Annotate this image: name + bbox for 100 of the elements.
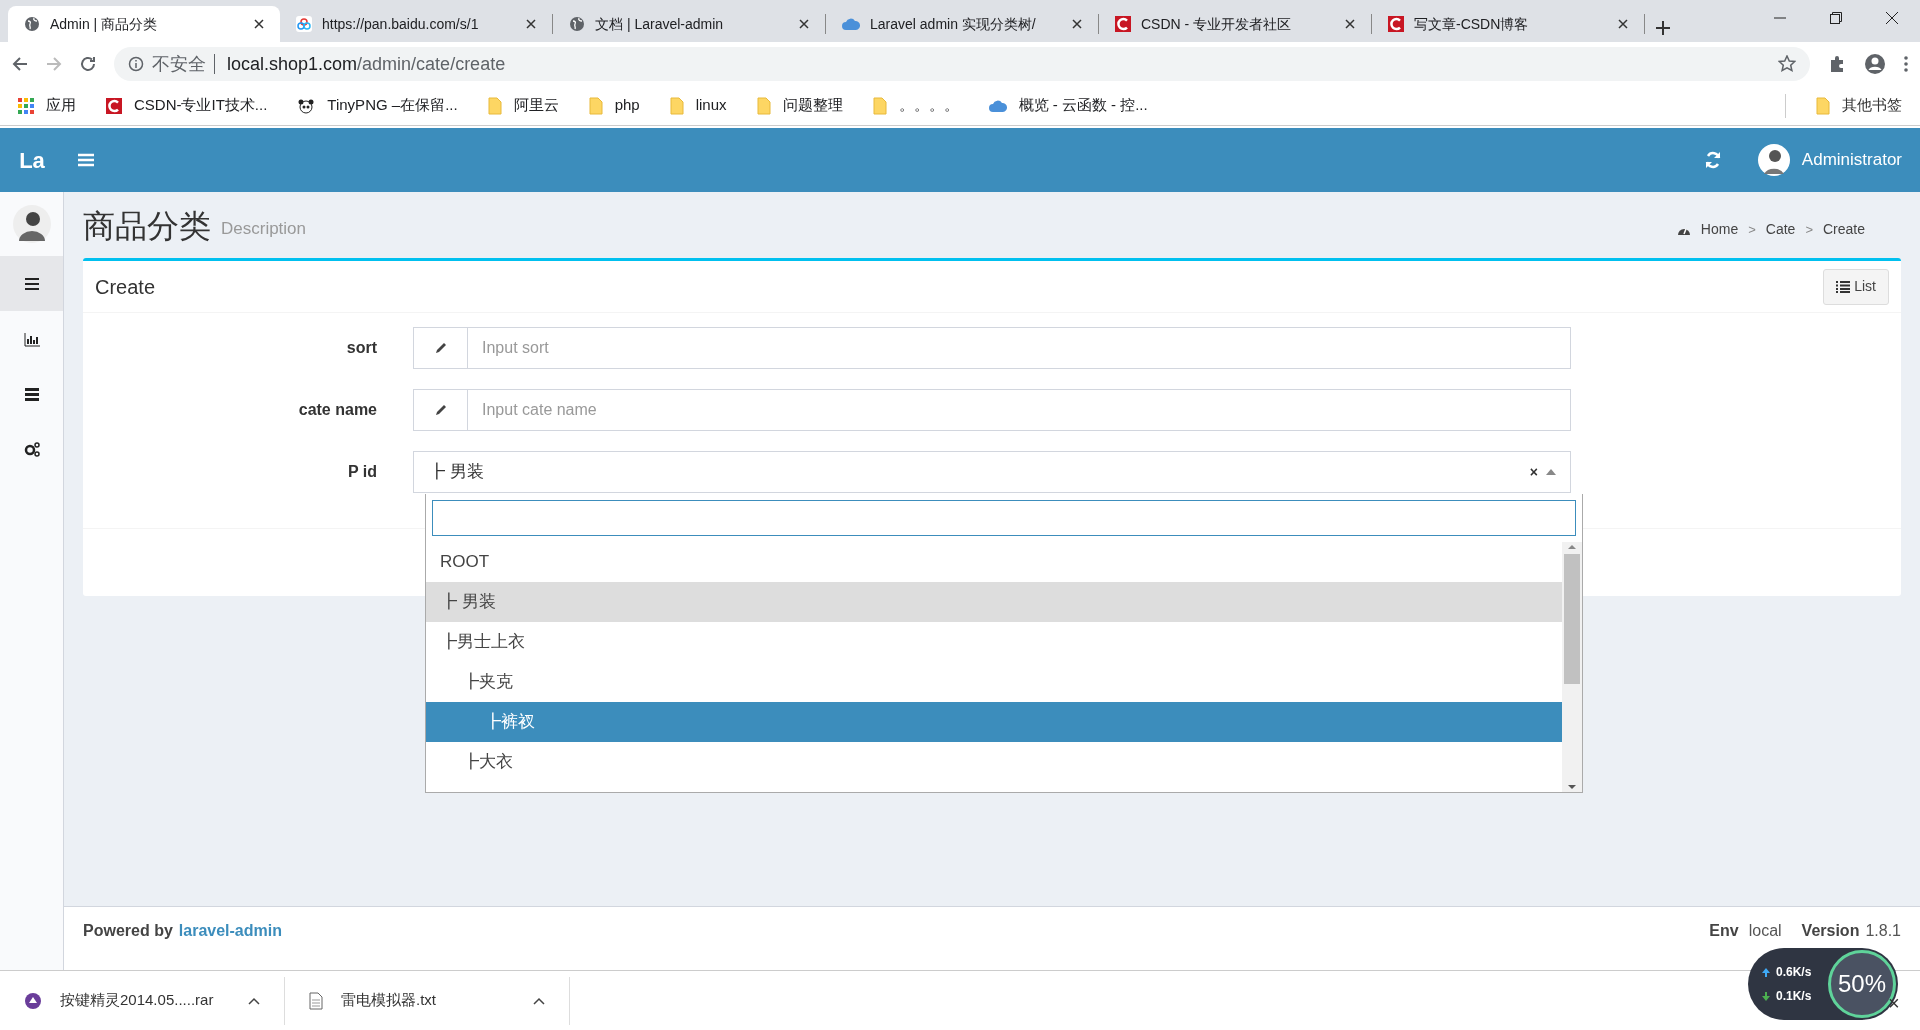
list-button[interactable]: List bbox=[1823, 268, 1889, 305]
csdn-icon bbox=[1388, 16, 1404, 32]
select-field[interactable]: ┣ 男装 × bbox=[413, 451, 1571, 493]
page-title: 商品分类 bbox=[83, 207, 211, 246]
bookmark-item[interactable]: linux bbox=[669, 94, 727, 117]
folder-icon bbox=[588, 96, 603, 115]
avatar-icon bbox=[12, 205, 51, 243]
folder-icon bbox=[756, 96, 771, 115]
globe-icon bbox=[24, 16, 40, 32]
dropdown-option[interactable]: ┣裤衩 bbox=[426, 702, 1562, 742]
close-icon bbox=[799, 19, 809, 29]
app-logo[interactable]: La bbox=[0, 143, 64, 177]
dropdown-option[interactable]: ┣ 男装 bbox=[426, 582, 1562, 622]
card-title: Create bbox=[95, 274, 156, 300]
scrollbar[interactable] bbox=[1562, 542, 1582, 792]
sidebar-item[interactable] bbox=[0, 256, 63, 311]
tab-title: Admin | 商品分类 bbox=[50, 14, 159, 34]
archive-icon bbox=[24, 991, 42, 1010]
server-icon bbox=[23, 385, 40, 402]
folder-icon bbox=[872, 96, 887, 115]
browser-tab[interactable]: 文档 | Laravel-admin bbox=[553, 6, 825, 42]
scroll-down-icon[interactable] bbox=[1567, 782, 1577, 792]
breadcrumb-item[interactable]: Home bbox=[1700, 219, 1739, 240]
close-icon[interactable] bbox=[1886, 12, 1898, 24]
search-field[interactable] bbox=[432, 500, 1576, 536]
caret-up-icon bbox=[248, 996, 260, 1005]
dropdown-option[interactable]: ROOT bbox=[426, 542, 1562, 582]
new-tab-button[interactable] bbox=[1655, 20, 1671, 36]
footer-link[interactable]: laravel-admin bbox=[178, 919, 282, 943]
reload-button[interactable] bbox=[80, 56, 96, 72]
version-value: 1.8.1 bbox=[1865, 921, 1901, 941]
bookmark-item[interactable]: php bbox=[588, 94, 640, 117]
breadcrumb-item[interactable]: Cate bbox=[1765, 219, 1796, 240]
security-label: 不安全 bbox=[152, 52, 206, 76]
pencil-icon bbox=[433, 341, 448, 355]
menu-icon[interactable] bbox=[1904, 55, 1908, 73]
bookmark-star-icon[interactable] bbox=[1778, 55, 1796, 73]
tab-title: CSDN - 专业开发者社区 bbox=[1141, 14, 1293, 34]
document-icon bbox=[309, 991, 323, 1010]
settings-icon bbox=[23, 440, 40, 457]
folder-icon bbox=[669, 96, 684, 115]
bookmark-item[interactable]: 应用 bbox=[18, 94, 76, 117]
bookmark-item[interactable]: TinyPNG –在保留... bbox=[297, 94, 458, 117]
upload-speed: 0.6K/s bbox=[1776, 964, 1812, 981]
apps-grid-icon bbox=[18, 97, 34, 114]
version-label: Version bbox=[1801, 921, 1860, 941]
url-text: local.shop1.com/admin/cate/create bbox=[227, 52, 506, 76]
extensions-icon[interactable] bbox=[1828, 55, 1846, 73]
browser-tab[interactable]: Laravel admin 实现分类树/ bbox=[826, 6, 1098, 42]
dropdown-option[interactable]: ┣夹克 bbox=[426, 662, 1562, 702]
dropdown-option[interactable]: ┣男士上衣 bbox=[426, 622, 1562, 662]
profile-icon[interactable] bbox=[1864, 53, 1886, 75]
close-icon bbox=[1618, 19, 1628, 29]
caret-up-icon bbox=[1546, 469, 1556, 475]
scroll-up-icon[interactable] bbox=[1567, 542, 1577, 552]
upload-arrow-icon bbox=[1762, 967, 1770, 977]
tab-title: 写文章-CSDN博客 bbox=[1414, 14, 1530, 34]
csdn-icon bbox=[106, 97, 122, 114]
user-name[interactable]: Administrator bbox=[1801, 147, 1902, 173]
close-icon bbox=[526, 19, 536, 29]
browser-tab[interactable]: https://pan.baidu.com/s/1 bbox=[280, 6, 552, 42]
download-item[interactable]: 雷电模拟器.txt bbox=[285, 976, 570, 1025]
refresh-icon[interactable] bbox=[1703, 151, 1722, 169]
info-icon bbox=[128, 56, 144, 72]
list-icon bbox=[1836, 280, 1851, 293]
restore-icon[interactable] bbox=[1830, 12, 1842, 24]
address-bar[interactable]: 不安全 local.shop1.com/admin/cate/create bbox=[114, 47, 1810, 81]
download-item[interactable]: 按键精灵2014.05.....rar bbox=[0, 976, 285, 1025]
tab-title: 文档 | Laravel-admin bbox=[595, 14, 725, 34]
bookmark-item[interactable]: 概览 - 云函数 - 控... bbox=[988, 94, 1148, 117]
browser-tab[interactable]: CSDN - 专业开发者社区 bbox=[1099, 6, 1371, 42]
pencil-icon bbox=[433, 403, 448, 417]
dropdown-option[interactable]: ┣大衣 bbox=[426, 742, 1562, 782]
close-button[interactable]: × bbox=[1888, 988, 1900, 1018]
menu-icon bbox=[23, 275, 40, 292]
other-bookmarks[interactable]: 其他书签 bbox=[1816, 94, 1902, 117]
bookmark-item[interactable]: 问题整理 bbox=[756, 94, 843, 117]
browser-tab[interactable]: Admin | 商品分类 bbox=[8, 6, 280, 42]
tab-title: Laravel admin 实现分类树/ bbox=[870, 14, 1037, 34]
bookmark-item[interactable]: CSDN-专业IT技术... bbox=[106, 94, 268, 117]
field-label: cate name bbox=[297, 400, 378, 420]
field-label: sort bbox=[345, 338, 378, 358]
close-icon bbox=[1345, 19, 1355, 29]
tab-title: https://pan.baidu.com/s/1 bbox=[322, 14, 480, 34]
bar-chart-icon bbox=[23, 330, 40, 347]
breadcrumb-item: Create bbox=[1822, 220, 1865, 239]
back-button[interactable] bbox=[12, 56, 28, 72]
close-icon bbox=[1072, 19, 1082, 29]
sidebar-toggle-icon[interactable] bbox=[78, 153, 94, 167]
globe-icon bbox=[569, 16, 585, 32]
download-speed: 0.1K/s bbox=[1776, 988, 1812, 1005]
env-label: Env bbox=[1709, 921, 1739, 941]
browser-tab[interactable]: 写文章-CSDN博客 bbox=[1372, 6, 1644, 42]
bookmark-item[interactable]: 。。。。 bbox=[872, 94, 959, 117]
download-arrow-icon bbox=[1762, 991, 1770, 1001]
percent-value: 50% bbox=[1837, 969, 1886, 999]
clear-button[interactable]: × bbox=[1529, 461, 1538, 483]
folder-icon bbox=[487, 96, 502, 115]
bookmark-item[interactable]: 阿里云 bbox=[487, 94, 559, 117]
close-icon bbox=[254, 19, 264, 29]
